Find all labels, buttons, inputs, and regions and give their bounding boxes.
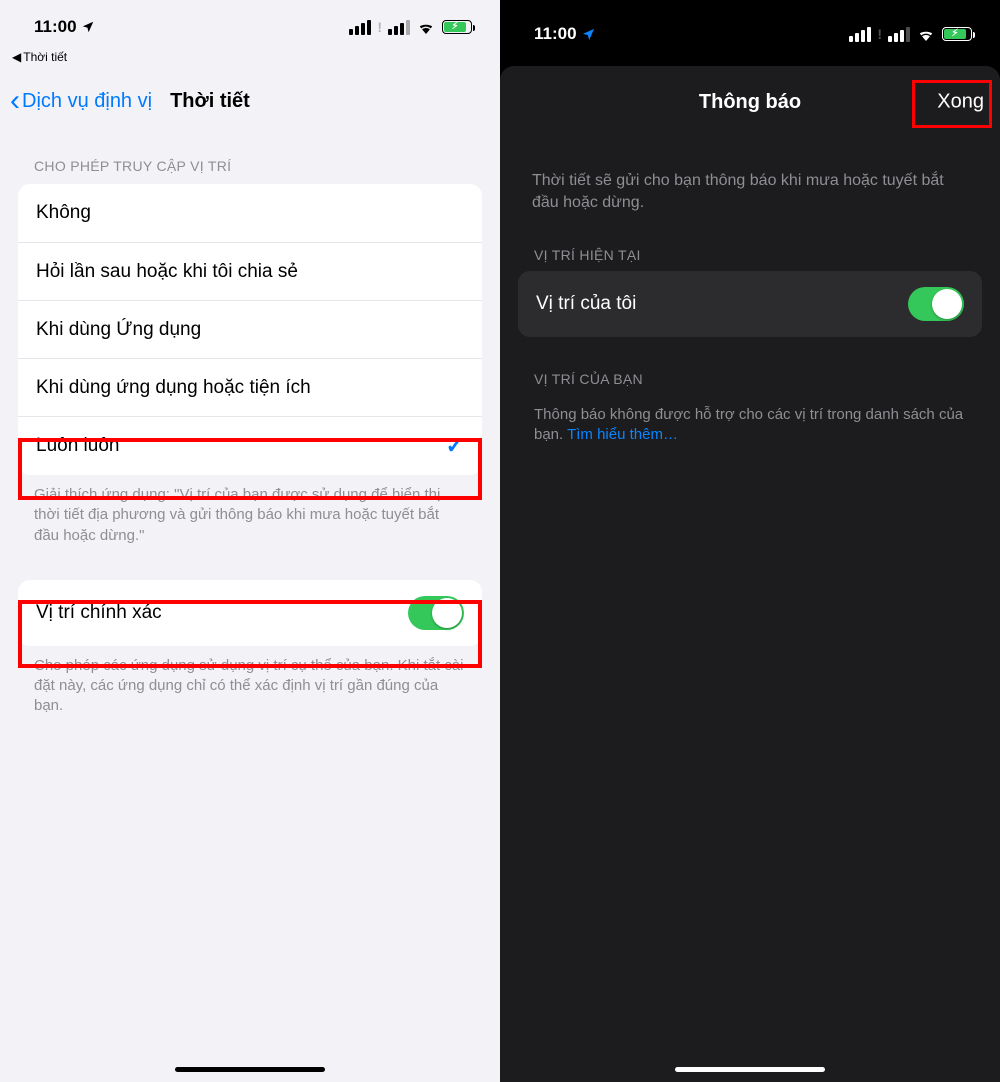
option-app-or-widgets[interactable]: Khi dùng ứng dụng hoặc tiện ích (18, 358, 482, 416)
my-location-row[interactable]: Vị trí của tôi (518, 271, 982, 337)
battery-icon: ⚡︎ (442, 20, 472, 34)
modal-sheet: Thông báo Xong Thời tiết sẽ gửi cho bạn … (500, 66, 1000, 1082)
bolt-icon: ⚡︎ (951, 29, 958, 39)
chevron-left-icon: ◀ (12, 50, 21, 64)
weather-notifications-sheet: 11:00 ! ⚡︎ Thông báo Xong (500, 0, 1000, 1082)
app-explanation: Giải thích ứng dụng: "Vị trí của bạn đượ… (0, 475, 500, 546)
section-header-your-locations: VỊ TRÍ CỦA BẠN (500, 337, 1000, 395)
precise-location-label: Vị trí chính xác (36, 602, 162, 624)
breadcrumb[interactable]: ◀ Thời tiết (0, 50, 500, 64)
option-ask-next-time[interactable]: Hỏi lần sau hoặc khi tôi chia sẻ (18, 242, 482, 300)
my-location-toggle[interactable] (908, 287, 964, 321)
nav-header: ‹ Dịch vụ định vị Thời tiết (0, 64, 500, 126)
learn-more-link[interactable]: Tìm hiểu thêm… (567, 426, 678, 443)
signal-icon (888, 27, 910, 42)
status-bar: 11:00 ! ⚡︎ (0, 0, 500, 54)
option-while-using[interactable]: Khi dùng Ứng dụng (18, 300, 482, 358)
secondary-signal-icon (349, 20, 371, 35)
home-indicator[interactable] (175, 1067, 325, 1072)
option-label: Khi dùng Ứng dụng (36, 319, 201, 341)
location-access-options: Không Hỏi lần sau hoặc khi tôi chia sẻ K… (18, 184, 482, 475)
signal-sep-icon: ! (377, 19, 382, 35)
option-label: Không (36, 202, 91, 224)
notification-intro: Thời tiết sẽ gửi cho bạn thông báo khi m… (500, 138, 1000, 213)
signal-sep-icon: ! (877, 26, 882, 42)
wifi-icon (416, 20, 436, 34)
breadcrumb-label: Thời tiết (23, 50, 67, 64)
option-label: Hỏi lần sau hoặc khi tôi chia sẻ (36, 261, 298, 283)
status-time: 11:00 (34, 17, 77, 37)
precise-location-footer: Cho phép các ứng dụng sử dụng vị trí cụ … (0, 646, 500, 717)
location-arrow-icon (81, 20, 95, 34)
checkmark-icon: ✓ (446, 433, 464, 459)
current-location-group: Vị trí của tôi (518, 271, 982, 337)
status-time: 11:00 (534, 24, 577, 44)
option-never[interactable]: Không (18, 184, 482, 242)
modal-title: Thông báo (699, 91, 801, 114)
location-arrow-icon (581, 27, 596, 42)
battery-icon: ⚡︎ (942, 27, 972, 41)
home-indicator[interactable] (675, 1067, 825, 1072)
modal-header: Thông báo Xong (500, 66, 1000, 138)
option-always[interactable]: Luôn luôn ✓ (18, 416, 482, 475)
nav-back-label: Dịch vụ định vị (22, 90, 152, 113)
section-header-current: VỊ TRÍ HIỆN TẠI (500, 213, 1000, 271)
page-title: Thời tiết (170, 90, 250, 113)
my-location-label: Vị trí của tôi (536, 293, 636, 315)
done-button[interactable]: Xong (937, 91, 984, 114)
nav-back-button[interactable]: ‹ Dịch vụ định vị (10, 86, 152, 116)
bolt-icon: ⚡︎ (451, 22, 458, 32)
section-header-allow: CHO PHÉP TRUY CẬP VỊ TRÍ (0, 126, 500, 184)
chevron-left-icon: ‹ (10, 86, 20, 116)
status-bar: 11:00 ! ⚡︎ (500, 0, 1000, 54)
option-label: Luôn luôn (36, 435, 119, 457)
precise-location-row[interactable]: Vị trí chính xác (18, 580, 482, 646)
secondary-signal-icon (849, 27, 871, 42)
option-label: Khi dùng ứng dụng hoặc tiện ích (36, 377, 311, 399)
your-locations-footer: Thông báo không được hỗ trợ cho các vị t… (500, 395, 1000, 446)
precise-location-toggle[interactable] (408, 596, 464, 630)
precise-location-group: Vị trí chính xác (18, 580, 482, 646)
signal-icon (388, 20, 410, 35)
wifi-icon (916, 27, 936, 41)
settings-location-screen: 11:00 ! ⚡︎ ◀ Thời tiết ‹ D (0, 0, 500, 1082)
